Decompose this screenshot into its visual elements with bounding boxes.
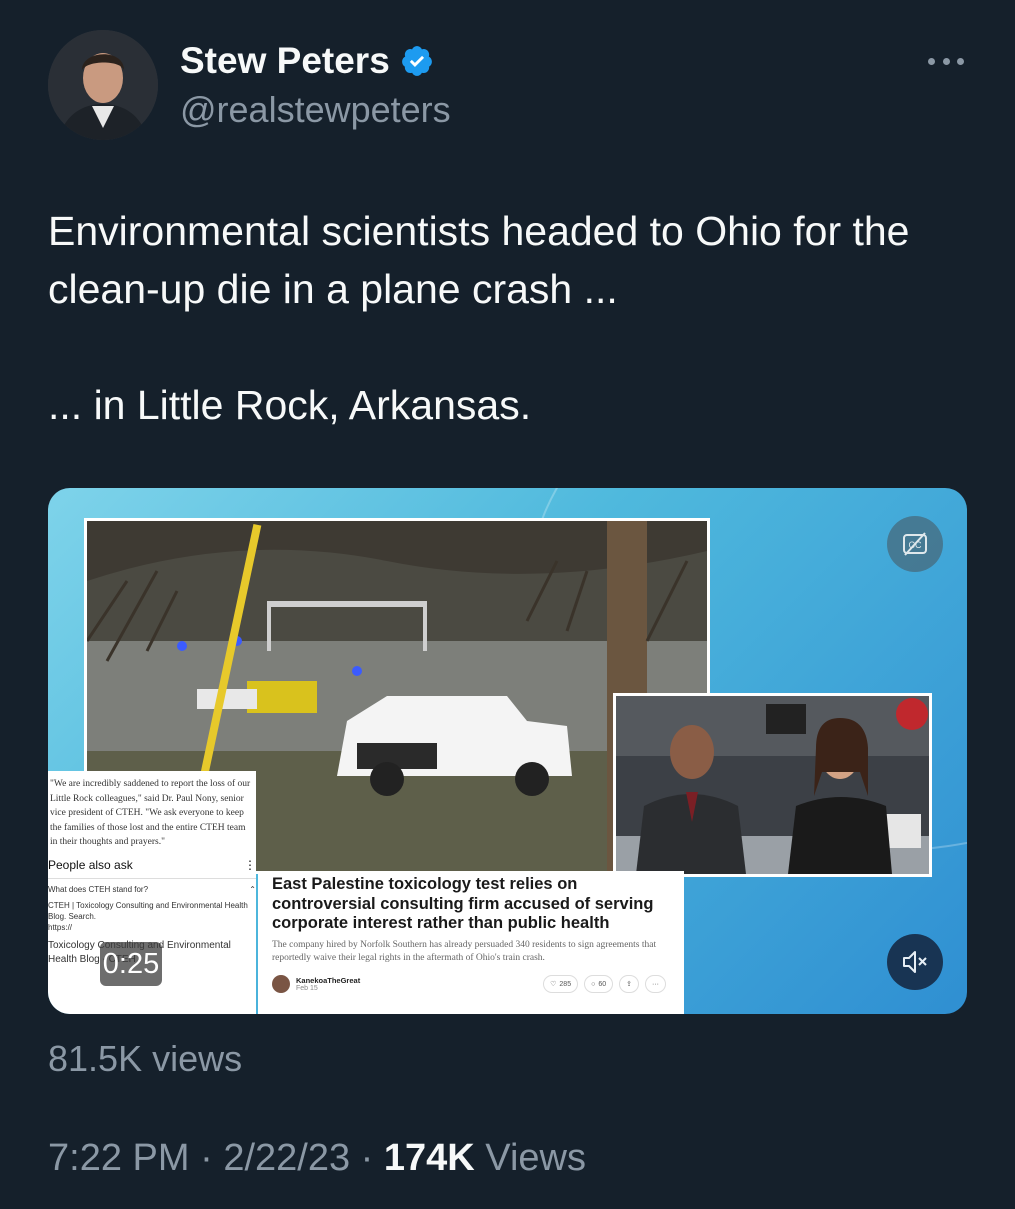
video-timer: 0:25 <box>100 942 162 986</box>
comment-pill: ○ 60 <box>584 975 614 993</box>
comment-icon: ○ <box>591 980 596 988</box>
separator-dot: · <box>360 1137 384 1179</box>
tweet-text: Environmental scientists headed to Ohio … <box>48 202 988 434</box>
article-subtext: The company hired by Norfolk Southern ha… <box>272 940 657 963</box>
heart-icon: ♡ <box>550 981 557 988</box>
chevron-up-icon: ⌃ <box>249 884 256 894</box>
captions-off-icon[interactable]: CC <box>887 516 943 572</box>
tweet-date[interactable]: 2/22/23 <box>223 1137 350 1179</box>
people-also-ask: People also ask <box>48 857 133 872</box>
tweet-line-1: Environmental scientists headed to Ohio … <box>48 208 910 312</box>
result-title: CTEH | Toxicology Consulting and Environ… <box>48 900 248 921</box>
article-headline: East Palestine toxicology test relies on… <box>272 875 654 932</box>
paa-question: What does CTEH stand for? <box>48 884 149 894</box>
comment-count: 60 <box>598 980 607 988</box>
article-author-avatar <box>272 975 290 993</box>
share-icon: ⇪ <box>619 975 639 993</box>
more-options-icon[interactable] <box>928 50 964 72</box>
news-anchors-image <box>613 693 932 877</box>
video-player[interactable]: "We are incredibly saddened to report th… <box>48 488 967 1014</box>
mute-icon[interactable] <box>887 934 943 990</box>
kebab-icon: ⋮ <box>244 857 256 872</box>
view-label: Views <box>485 1137 586 1179</box>
tweet-time[interactable]: 7:22 PM <box>48 1137 190 1179</box>
tweet-meta: 7:22 PM · 2/22/23 · 174K Views <box>48 1137 586 1180</box>
article-card: East Palestine toxicology test relies on… <box>258 871 684 1014</box>
result-url: https:// <box>48 922 73 932</box>
article-author: KanekoaTheGreat <box>296 976 361 985</box>
tweet-line-2: ... in Little Rock, Arkansas. <box>48 382 532 428</box>
article-date: Feb 15 <box>296 985 318 992</box>
like-pill: ♡ 285 <box>543 975 579 993</box>
author-name[interactable]: Stew Peters <box>180 40 390 82</box>
avatar[interactable] <box>48 30 158 140</box>
view-count: 174K <box>383 1137 475 1179</box>
author-handle[interactable]: @realstewpeters <box>180 89 451 131</box>
separator-dot: · <box>200 1137 224 1179</box>
video-views: 81.5K views <box>48 1038 243 1079</box>
more-icon: ··· <box>645 975 666 993</box>
verified-badge-icon <box>401 46 432 76</box>
like-count: 285 <box>559 980 572 988</box>
cteh-quote: "We are incredibly saddened to report th… <box>50 779 251 847</box>
